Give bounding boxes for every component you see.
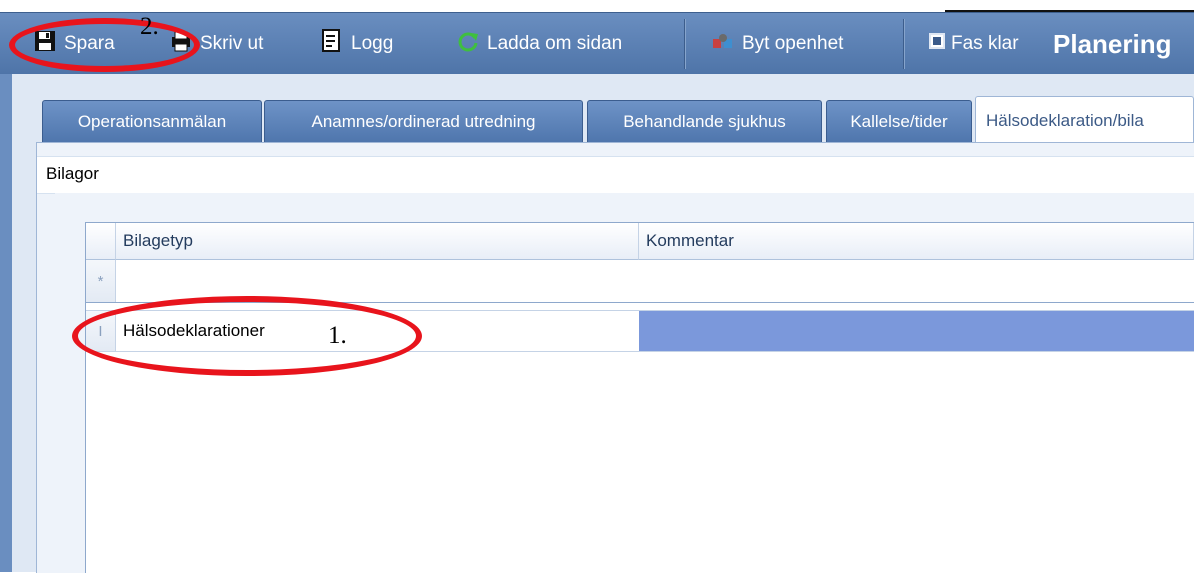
left-bar: [0, 74, 12, 572]
new-row-marker: *: [97, 272, 104, 290]
table-row-bilagetyp-cell[interactable]: Hälsodeklarationer: [116, 311, 639, 351]
group-header: [37, 156, 1194, 194]
row-selector[interactable]: I: [86, 311, 116, 351]
tab-label: Anamnes/ordinerad utredning: [311, 111, 536, 131]
grid-corner: [86, 223, 116, 260]
refresh-icon: [457, 30, 479, 58]
column-header-label: Kommentar: [646, 231, 734, 250]
new-row-kommentar-cell[interactable]: [639, 260, 1194, 302]
floppy-icon: [34, 30, 56, 58]
openness-button[interactable]: Byt openhet: [712, 13, 843, 75]
column-header-label: Bilagetyp: [123, 231, 193, 250]
tab-label: Operationsanmälan: [77, 111, 227, 131]
toolbar-separator: [903, 19, 904, 69]
tab-operationsanmalan[interactable]: Operationsanmälan: [42, 100, 262, 142]
openness-icon: [712, 33, 734, 55]
toolbar-separator: [684, 19, 685, 69]
toolbar: Spara Skriv ut Logg Ladda om sidan Byt o…: [0, 12, 1194, 75]
openness-label: Byt openhet: [742, 33, 844, 54]
tab-label: Hälsodeklaration/bila: [986, 110, 1144, 130]
tab-label: Kallelse/tider: [850, 111, 948, 131]
table-row-kommentar-cell[interactable]: [639, 311, 1194, 351]
annotation-number-one: 1.: [328, 322, 347, 349]
annotation-number-two: 2.: [140, 13, 159, 40]
group-label: Bilagor: [46, 164, 99, 183]
phase-done-button[interactable]: Fas klar: [929, 13, 1019, 75]
print-button[interactable]: Skriv ut: [170, 13, 263, 75]
checkbox-icon: [929, 33, 945, 55]
print-label: Skriv ut: [200, 33, 264, 54]
column-header-bilagetyp[interactable]: Bilagetyp: [116, 223, 639, 260]
phase-done-label: Fas klar: [951, 33, 1019, 54]
reload-label: Ladda om sidan: [487, 33, 623, 54]
row-divider: [86, 351, 1194, 352]
new-row-indicator[interactable]: *: [86, 260, 116, 302]
tab-kallelse-tider[interactable]: Kallelse/tider: [826, 100, 972, 142]
column-header-kommentar[interactable]: Kommentar: [639, 223, 1194, 260]
top-strip: [0, 0, 1194, 12]
printer-icon: [170, 30, 192, 58]
reload-button[interactable]: Ladda om sidan: [457, 13, 622, 75]
tab-label: Behandlande sjukhus: [623, 111, 786, 131]
bilagetyp-value: Hälsodeklarationer: [123, 321, 265, 340]
tab-anamnes[interactable]: Anamnes/ordinerad utredning: [264, 100, 583, 142]
new-row-bilagetyp-cell[interactable]: [116, 260, 639, 302]
tab-halsodeklaration[interactable]: Hälsodeklaration/bila: [975, 96, 1194, 144]
log-icon: [321, 29, 343, 59]
new-row-divider: [86, 302, 1194, 303]
save-label: Spara: [64, 33, 115, 54]
page-title: Planering: [1053, 28, 1172, 59]
log-label: Logg: [351, 33, 394, 54]
save-button[interactable]: Spara: [34, 13, 115, 75]
row-marker: I: [98, 322, 103, 340]
tab-behandlande-sjukhus[interactable]: Behandlande sjukhus: [587, 100, 822, 142]
log-button[interactable]: Logg: [321, 13, 393, 75]
